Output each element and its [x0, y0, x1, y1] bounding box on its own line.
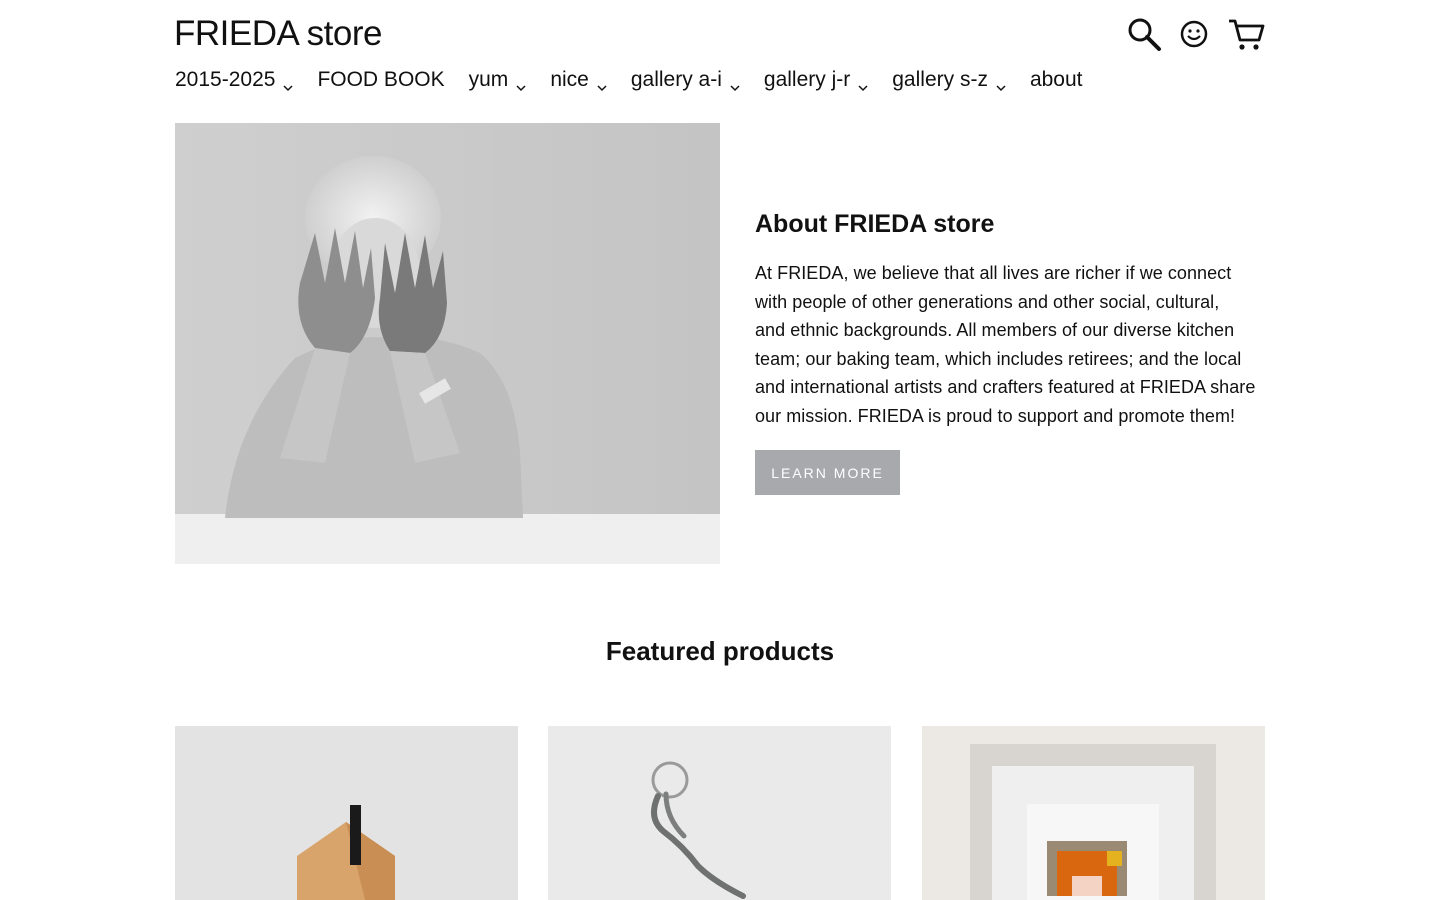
product-image: [548, 726, 891, 900]
nav-item-label: FOOD BOOK: [317, 68, 445, 91]
about-body: At FRIEDA, we believe that all lives are…: [755, 259, 1270, 431]
chevron-down-icon: [283, 75, 293, 92]
nav-item-about[interactable]: about: [1030, 68, 1083, 92]
chevron-down-icon: [730, 75, 740, 92]
account-icon[interactable]: [1174, 14, 1214, 54]
header-icons: [1124, 14, 1266, 54]
store-logo[interactable]: FRIEDA store: [174, 14, 382, 54]
nav-item-nice[interactable]: nice: [550, 68, 607, 92]
nav-item-label: gallery a-i: [630, 68, 722, 91]
nav-item-label: 2015-2025: [175, 68, 276, 91]
nav-item-gallery-a-i[interactable]: gallery a-i: [631, 68, 740, 92]
product-card[interactable]: [548, 726, 891, 900]
chevron-down-icon: [516, 75, 526, 92]
nav-item-label: gallery j-r: [763, 68, 851, 91]
product-image: [922, 726, 1265, 900]
nav-item-label: gallery s-z: [892, 68, 988, 91]
cart-icon[interactable]: [1226, 14, 1266, 54]
learn-more-button[interactable]: LEARN MORE: [755, 450, 900, 495]
search-icon[interactable]: [1124, 14, 1164, 54]
about-image: [175, 123, 720, 564]
product-card[interactable]: [175, 726, 518, 900]
nav-item-label: yum: [468, 68, 509, 91]
about-line: with people of other generations and oth…: [755, 291, 1220, 312]
about-line: team; our baking team, which includes re…: [755, 348, 1242, 369]
product-card[interactable]: [922, 726, 1265, 900]
chevron-down-icon: [858, 75, 868, 92]
main-nav: 2015-2025 FOOD BOOK yum nice gallery a-i…: [175, 64, 1107, 96]
nav-item-label: nice: [550, 68, 589, 91]
nav-item-gallery-s-z[interactable]: gallery s-z: [892, 68, 1006, 92]
nav-item-food-book[interactable]: FOOD BOOK: [317, 68, 444, 92]
about-line: and international artists and crafters f…: [755, 377, 1256, 398]
about-line: At FRIEDA, we believe that all lives are…: [755, 263, 1232, 283]
nav-item-gallery-j-r[interactable]: gallery j-r: [764, 68, 868, 92]
about-title: About FRIEDA store: [755, 210, 995, 238]
product-image: [175, 726, 518, 900]
nav-item-2015-2025[interactable]: 2015-2025: [175, 68, 293, 92]
featured-products-title: Featured products: [605, 636, 835, 666]
nav-item-label: about: [1029, 68, 1083, 91]
about-line: and ethnic backgrounds. All members of o…: [755, 320, 1235, 341]
about-section: About FRIEDA store At FRIEDA, we believe…: [755, 210, 1270, 431]
about-line: our mission. FRIEDA is proud to support …: [755, 405, 1236, 426]
nav-item-yum[interactable]: yum: [469, 68, 527, 92]
chevron-down-icon: [996, 75, 1006, 92]
chevron-down-icon: [597, 75, 607, 92]
